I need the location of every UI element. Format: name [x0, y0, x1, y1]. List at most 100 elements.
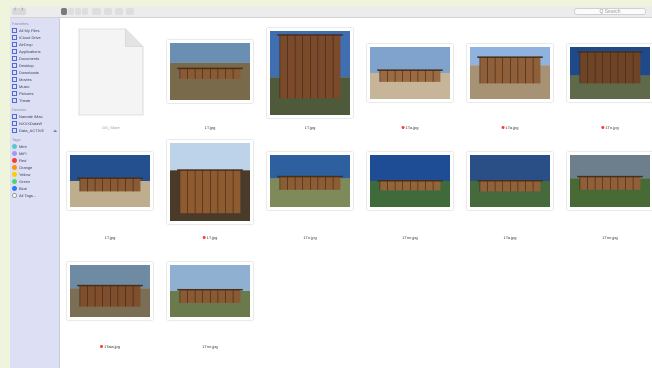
file-name-text: 1Tnn.jpg: [402, 235, 418, 240]
sidebar-item-applications[interactable]: Applications: [10, 48, 59, 55]
file-thumbnail[interactable]: [567, 44, 652, 102]
sidebar-item-label: Yellow: [19, 172, 31, 177]
arrange-button[interactable]: [92, 8, 101, 15]
file-thumbnail[interactable]: [67, 262, 153, 320]
file-thumbnail[interactable]: [267, 152, 353, 210]
file-thumbnail[interactable]: [467, 44, 553, 102]
sidebar-item-label: Mint: [19, 144, 27, 149]
sidebar-tag-mifi[interactable]: MiFi: [10, 150, 59, 157]
sidebar-item-label: Pictures: [19, 91, 34, 96]
sidebar-tag-blue[interactable]: Blue: [10, 185, 59, 192]
sidebar-tag-green[interactable]: Green: [10, 178, 59, 185]
disk-icon: [12, 128, 17, 134]
sidebar-item-label: Music: [19, 84, 30, 89]
action-gear-button[interactable]: [104, 8, 112, 15]
tag-color-dot-icon: [12, 165, 17, 171]
file-name-label[interactable]: 1Tnn.jpg: [602, 235, 618, 240]
back-arrow-icon[interactable]: ‹: [14, 6, 16, 13]
file-name-label[interactable]: 1Tn.jpg: [303, 235, 316, 240]
sidebar-item-airdrop[interactable]: AirDrop: [10, 41, 59, 48]
file-name-label[interactable]: 1Tala.jpg: [99, 344, 120, 349]
cover-flow-button[interactable]: [82, 8, 88, 15]
sidebar-tag-all-tags-[interactable]: All Tags...: [10, 192, 59, 199]
tags-heading: Tags: [12, 137, 21, 142]
tags-button[interactable]: [126, 8, 134, 15]
search-input[interactable]: Q Search: [574, 8, 646, 15]
sidebar-item-label: Red: [19, 158, 27, 163]
sidebar-item-downloads[interactable]: Downloads: [10, 69, 59, 76]
share-button[interactable]: [115, 8, 123, 15]
file-name-label[interactable]: 1Tnn.jpg: [402, 235, 418, 240]
photo-thumbnail-image: [570, 47, 650, 99]
blank-document-icon: [78, 28, 144, 116]
file-thumbnail[interactable]: [367, 44, 453, 102]
music-icon: [12, 84, 17, 90]
sidebar-item-theatr[interactable]: Theatr: [10, 97, 59, 104]
sidebar-item-movies[interactable]: Movies: [10, 76, 59, 83]
pictures-icon: [12, 91, 17, 97]
file-thumbnail[interactable]: [367, 152, 453, 210]
airdrop-icon: [12, 42, 17, 48]
file-name-label[interactable]: 1T.jpg: [105, 235, 116, 240]
column-view-button[interactable]: [75, 8, 81, 15]
file-thumbnail[interactable]: [267, 28, 353, 118]
sidebar-device-data-active[interactable]: Data_ACTIVE ⏏: [10, 127, 59, 134]
sidebar-item-label: Applications: [19, 49, 41, 54]
sidebar-tag-mint[interactable]: Mint: [10, 143, 59, 150]
icon-view-button[interactable]: [61, 8, 67, 15]
file-name-label[interactable]: 1Ta.jpg: [504, 235, 517, 240]
sidebar-item-label: AirDrop: [19, 42, 33, 47]
sidebar-item-label: Data_ACTIVE: [19, 128, 45, 133]
sidebar-item-label: Green: [19, 179, 31, 184]
file-name-label[interactable]: DS_Store: [102, 125, 119, 130]
forward-arrow-icon[interactable]: ›: [21, 6, 23, 13]
tag-color-dot-icon: [12, 144, 17, 150]
sidebar-device-nxxxdataw[interactable]: NXXXDataW: [10, 120, 59, 127]
file-thumbnail[interactable]: [167, 40, 253, 103]
tag-color-dot-icon: [12, 193, 17, 199]
folder-icon: [12, 98, 17, 104]
sidebar-device-namate-imac[interactable]: Namate iMac: [10, 113, 59, 120]
photo-thumbnail-image: [270, 31, 350, 115]
sidebar-item-label: Desktop: [19, 63, 34, 68]
file-name-label[interactable]: 1T.jpg: [305, 125, 316, 130]
file-name-text: 1T.jpg: [204, 125, 216, 130]
file-name-label[interactable]: 1T.jpg: [205, 125, 216, 130]
desktop-icon: [12, 63, 17, 69]
file-name-label[interactable]: 1T.jpg: [202, 235, 217, 240]
file-thumbnail[interactable]: [467, 152, 553, 210]
file-name-text: 1Tn.jpg: [605, 125, 619, 130]
sidebar: Favorites All My Files iCloud Drive AirDro…: [10, 18, 60, 368]
file-thumbnail[interactable]: [167, 140, 253, 224]
photo-thumbnail-image: [470, 47, 550, 99]
sidebar-tag-orange[interactable]: Orange: [10, 164, 59, 171]
sidebar-item-all-my-files[interactable]: All My Files: [10, 27, 59, 34]
toolbar: ‹ › Q Search: [10, 6, 652, 18]
sidebar-tag-red[interactable]: Red: [10, 157, 59, 164]
sidebar-item-documents[interactable]: Documents: [10, 55, 59, 62]
tag-color-dot-icon: [12, 151, 17, 157]
file-name-label[interactable]: 1Tn.jpg: [601, 125, 619, 130]
sidebar-item-music[interactable]: Music: [10, 83, 59, 90]
file-name-label[interactable]: 1Ta.jpg: [401, 125, 418, 130]
file-thumbnail[interactable]: [67, 152, 153, 210]
back-forward-buttons[interactable]: ‹ ›: [12, 6, 26, 15]
file-name-label[interactable]: 1Ta.jpg: [501, 125, 519, 130]
sidebar-item-desktop[interactable]: Desktop: [10, 62, 59, 69]
photo-thumbnail-image: [170, 43, 250, 100]
sidebar-tag-yellow[interactable]: Yellow: [10, 171, 59, 178]
red-tag-dot-icon: [99, 345, 103, 349]
eject-icon[interactable]: ⏏: [53, 127, 57, 134]
applications-icon: [12, 49, 17, 55]
tag-color-dot-icon: [12, 186, 17, 192]
cloud-icon: [12, 35, 17, 41]
list-view-button[interactable]: [68, 8, 74, 15]
file-thumbnail[interactable]: [167, 262, 253, 320]
file-name-text: 1Ta.jpg: [505, 125, 519, 130]
movies-icon: [12, 77, 17, 83]
red-tag-dot-icon: [501, 126, 505, 130]
file-thumbnail[interactable]: [567, 152, 652, 210]
file-name-label[interactable]: 1Tnn.jpg: [202, 344, 218, 349]
sidebar-item-pictures[interactable]: Pictures: [10, 90, 59, 97]
sidebar-item-icloud-drive[interactable]: iCloud Drive: [10, 34, 59, 41]
